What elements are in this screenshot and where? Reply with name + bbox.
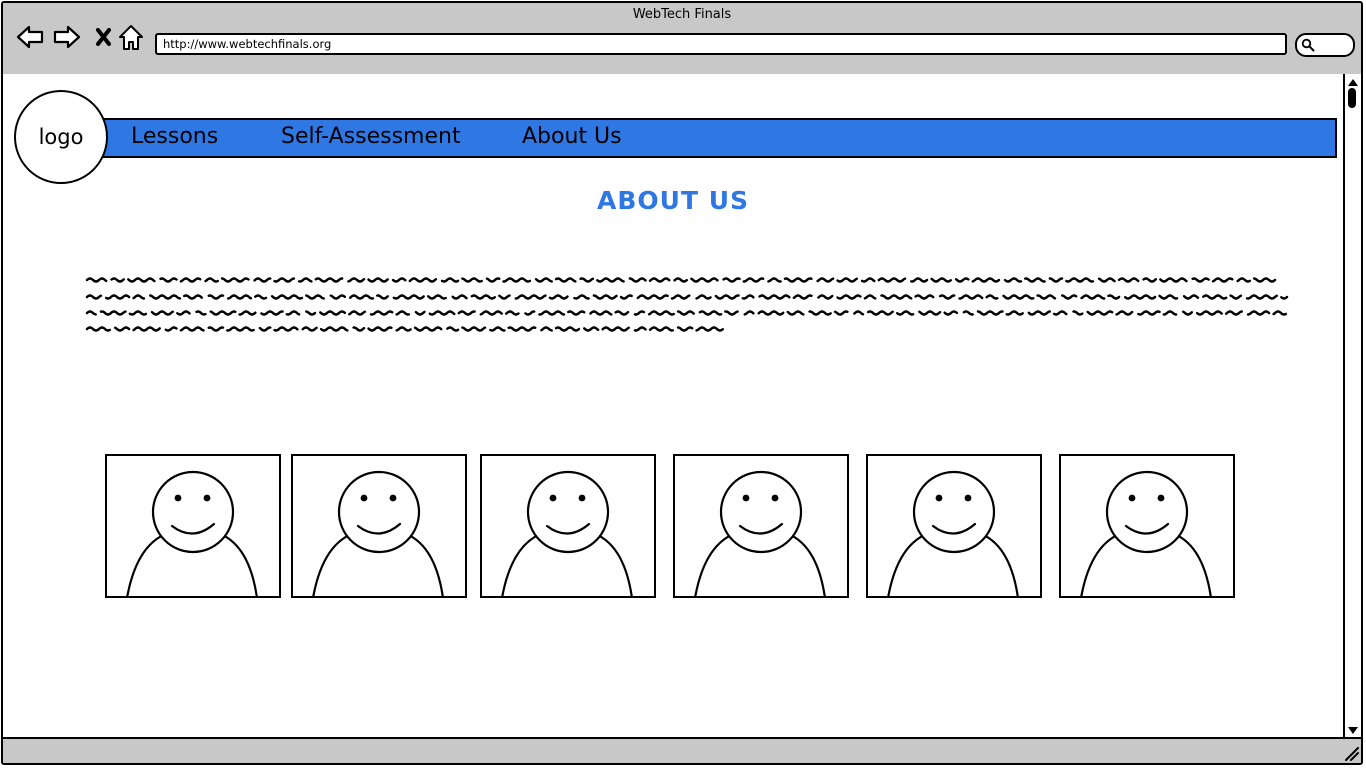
home-icon[interactable]	[116, 22, 146, 52]
window-title: WebTech Finals	[632, 7, 732, 22]
browser-window: WebTech Finals http://www.webtechfinals.…	[1, 1, 1363, 765]
page-viewport: Lessons Self-Assessment About Us logo AB…	[3, 74, 1343, 739]
nav-self-assessment[interactable]: Self-Assessment	[281, 124, 461, 149]
team-member-photo	[1059, 454, 1235, 598]
person-avatar-icon	[1080, 470, 1212, 596]
nav-lessons[interactable]: Lessons	[131, 124, 218, 149]
person-avatar-icon	[312, 470, 444, 596]
browser-toolbar: WebTech Finals http://www.webtechfinals.…	[3, 3, 1361, 76]
scroll-down-arrow-icon[interactable]	[1346, 725, 1360, 737]
site-navbar: Lessons Self-Assessment About Us	[91, 118, 1337, 158]
placeholder-text-block	[85, 277, 1289, 332]
person-avatar-icon	[887, 470, 1019, 596]
person-avatar-icon	[694, 470, 826, 596]
resize-grip-icon[interactable]	[1343, 745, 1359, 761]
back-arrow-icon[interactable]	[15, 22, 45, 52]
person-avatar-icon	[126, 470, 258, 596]
team-member-photo	[291, 454, 467, 598]
browser-status-bar	[3, 737, 1361, 763]
address-bar[interactable]: http://www.webtechfinals.org	[155, 33, 1287, 55]
team-member-photo	[673, 454, 849, 598]
search-icon	[1301, 38, 1315, 52]
site-logo[interactable]: logo	[14, 90, 108, 184]
team-member-photo	[480, 454, 656, 598]
team-member-photo	[866, 454, 1042, 598]
page-title: ABOUT US	[596, 186, 750, 215]
scroll-up-arrow-icon[interactable]	[1346, 76, 1360, 88]
forward-arrow-icon[interactable]	[52, 22, 82, 52]
close-icon[interactable]	[89, 22, 119, 52]
team-member-photo	[105, 454, 281, 598]
scrollbar-thumb[interactable]	[1348, 88, 1356, 108]
person-avatar-icon	[501, 470, 633, 596]
nav-about-us[interactable]: About Us	[522, 124, 622, 149]
vertical-scrollbar[interactable]	[1343, 74, 1361, 739]
browser-search-field[interactable]	[1295, 33, 1355, 57]
